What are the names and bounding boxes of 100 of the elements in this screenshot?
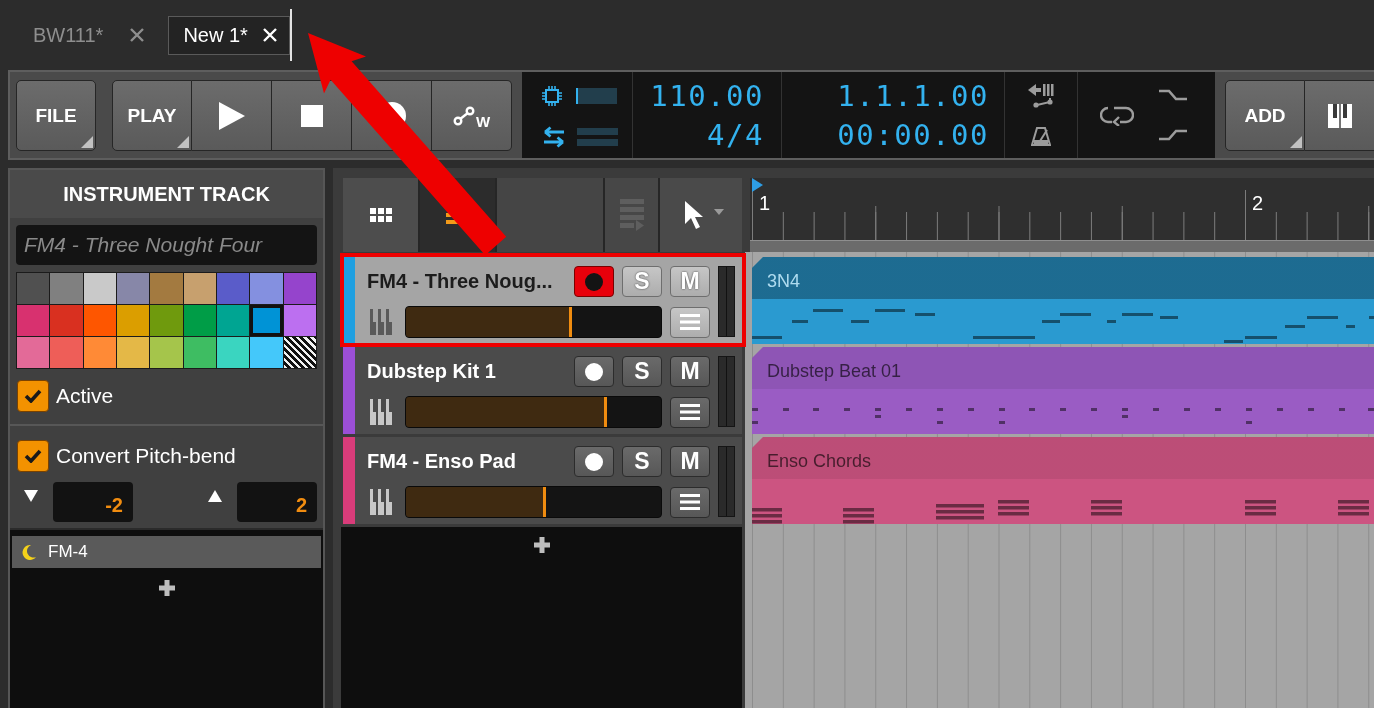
color-swatch[interactable]	[217, 273, 250, 304]
track-header[interactable]: FM4 - Enso Pad S M	[343, 437, 742, 524]
record-arm-button[interactable]	[574, 356, 614, 387]
color-swatch[interactable]	[183, 305, 216, 336]
record-dot-icon	[585, 272, 603, 291]
color-swatch[interactable]	[17, 337, 50, 368]
piano-icon	[370, 309, 392, 335]
checkbox[interactable]	[17, 380, 49, 412]
step-up-icon[interactable]	[1159, 129, 1187, 141]
color-swatch[interactable]	[17, 273, 50, 304]
track-header[interactable]: Dubstep Kit 1 S M	[343, 347, 742, 434]
document-tab[interactable]: New 1*	[168, 15, 290, 55]
corner-triangle-icon	[1290, 136, 1302, 148]
color-swatch[interactable]	[250, 273, 283, 304]
record-dot-icon	[585, 362, 603, 381]
color-swatch[interactable]	[50, 337, 83, 368]
stop-button[interactable]	[272, 80, 352, 151]
color-swatch[interactable]	[283, 273, 316, 304]
color-swatch[interactable]	[250, 337, 283, 368]
loop-icon[interactable]	[1100, 104, 1134, 126]
track-menu-button[interactable]	[670, 396, 710, 428]
device-item[interactable]: FM-4	[12, 536, 321, 568]
cpu-icon	[542, 86, 562, 106]
mute-button[interactable]: M	[670, 356, 710, 387]
color-swatch[interactable]	[150, 305, 183, 336]
play-icon	[218, 101, 245, 130]
metronome-icon[interactable]	[1031, 126, 1051, 146]
color-swatch[interactable]	[50, 273, 83, 304]
solo-button[interactable]: S	[622, 356, 662, 387]
time-signature-value[interactable]: 4/4	[707, 116, 764, 155]
record-arm-button[interactable]	[574, 446, 614, 477]
midi-clip[interactable]: 3N4	[752, 257, 1374, 344]
checkbox-label: Active	[56, 384, 114, 408]
track-menu-button[interactable]	[670, 306, 710, 338]
color-swatch[interactable]	[117, 337, 150, 368]
color-swatch[interactable]	[83, 273, 116, 304]
solo-button[interactable]: S	[622, 446, 662, 477]
level-meter	[718, 266, 735, 337]
playhead-marker-icon[interactable]	[752, 178, 763, 192]
node-curve-icon	[452, 105, 475, 126]
color-swatch[interactable]	[183, 273, 216, 304]
volume-slider[interactable]	[405, 306, 662, 338]
clip-name: Dubstep Beat 01	[767, 360, 902, 382]
color-swatch[interactable]	[117, 305, 150, 336]
track-menu-button[interactable]	[670, 486, 710, 518]
color-swatch[interactable]	[217, 337, 250, 368]
checkmark-icon	[24, 449, 42, 463]
tempo-value[interactable]: 110.00	[650, 77, 764, 116]
number-field[interactable]: 2	[237, 482, 317, 522]
file-button[interactable]: FILE	[16, 80, 96, 151]
bar-number: 2	[1252, 192, 1264, 214]
menu-button[interactable]: PLAY	[112, 80, 192, 151]
corner-triangle-icon	[177, 136, 189, 148]
mute-button[interactable]: M	[670, 446, 710, 477]
menu-icon	[680, 494, 700, 510]
play-button[interactable]	[192, 80, 272, 151]
bar-number: 1	[759, 192, 771, 214]
menu-icon	[680, 314, 700, 330]
piano-keys-icon	[1327, 103, 1352, 128]
pointer-icon	[684, 200, 704, 230]
no-color-swatch[interactable]	[283, 337, 316, 368]
pre-roll-icon[interactable]	[1028, 84, 1054, 108]
add-icon[interactable]	[533, 537, 550, 553]
color-swatch[interactable]	[250, 305, 283, 336]
time-position-value[interactable]: 00:00.00	[837, 116, 989, 155]
volume-slider[interactable]	[405, 486, 662, 518]
document-tab[interactable]: BW111*	[22, 15, 157, 55]
automation-write-button[interactable]: W	[432, 80, 512, 151]
color-swatch[interactable]	[217, 305, 250, 336]
track-name-field[interactable]: FM4 - Three Nought Four	[16, 225, 317, 265]
device-name: FM-4	[48, 542, 88, 562]
beat-position-value[interactable]: 1.1.1.00	[837, 77, 989, 116]
caret-icon	[714, 209, 724, 215]
menu-button[interactable]: ADD	[1225, 80, 1305, 151]
clip-name: Enso Chords	[767, 450, 872, 472]
add-icon[interactable]	[158, 580, 175, 596]
pointer-tool-button[interactable]	[658, 178, 742, 252]
moon-icon	[22, 544, 36, 560]
color-swatch[interactable]	[183, 337, 216, 368]
color-swatch[interactable]	[50, 305, 83, 336]
color-swatch[interactable]	[150, 337, 183, 368]
checkbox[interactable]	[17, 440, 49, 472]
checkbox-label: Convert Pitch-bend	[56, 444, 236, 468]
step-down-icon[interactable]	[1159, 89, 1187, 101]
checkmark-icon	[24, 389, 42, 403]
view-button[interactable]	[343, 178, 420, 252]
number-field[interactable]: -2	[53, 482, 133, 522]
color-swatch[interactable]	[17, 305, 50, 336]
color-swatch[interactable]	[150, 273, 183, 304]
volume-slider[interactable]	[405, 396, 662, 428]
panel-title: INSTRUMENT TRACK	[10, 170, 323, 218]
io-meter	[577, 128, 618, 146]
color-swatch[interactable]	[283, 305, 316, 336]
clip-name: 3N4	[767, 270, 801, 292]
piano-icon	[370, 399, 392, 425]
color-swatch[interactable]	[83, 337, 116, 368]
color-swatch[interactable]	[117, 273, 150, 304]
keyboard-button[interactable]	[1305, 80, 1374, 151]
color-swatch[interactable]	[83, 305, 116, 336]
level-meter	[718, 446, 735, 517]
